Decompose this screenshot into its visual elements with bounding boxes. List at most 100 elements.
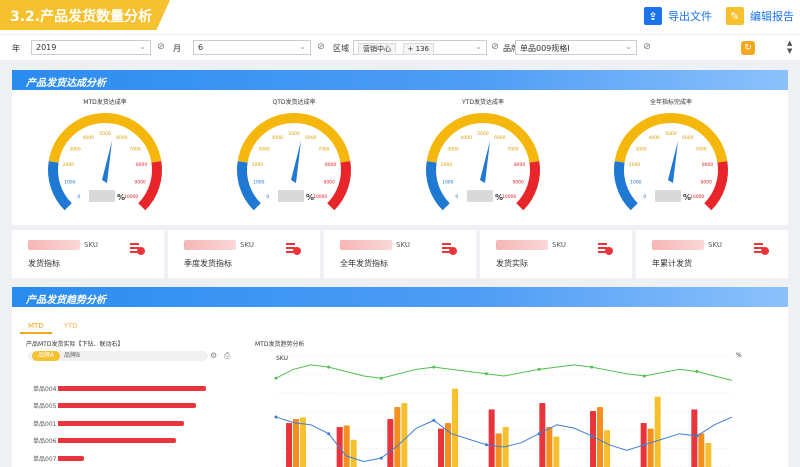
gauge-tick-label: 6000 [116,135,128,141]
settings-icon[interactable]: ⚙ [210,351,217,360]
tab-ytd[interactable]: YTD [56,320,86,334]
region-tag: 营销中心 [358,43,396,55]
gauge-tick [251,149,254,152]
trend-bar [546,427,553,467]
row-bar[interactable] [58,438,176,443]
gauge-tick [64,145,67,148]
clear-filter-icon[interactable]: ⊘ [315,41,327,53]
export-file-button[interactable]: ⇪ 导出文件 [644,6,712,26]
trend-bar [286,423,292,467]
gauge-tick-label: 3000 [447,146,459,152]
trend-bar [654,396,661,467]
gauge-value-blurred [655,190,681,202]
trend-line-green-point [432,365,436,369]
gauge-tick [698,132,701,135]
year-select[interactable]: 2019 ⌄ [31,40,151,55]
clear-filter-icon[interactable]: ⊘ [641,41,653,53]
trend-line-green-point [274,376,278,380]
gauge-tick [310,126,312,129]
gauge-tick [638,135,641,138]
gauge-tick [258,138,261,141]
gauge-tick [524,187,527,189]
upload-icon: ⇪ [644,7,662,25]
refresh-icon[interactable]: ↻ [741,41,755,55]
kpi-card: SKU 年累计发货 [636,230,788,278]
edit-report-label: 编辑报告 [750,10,794,23]
clear-filter-icon[interactable]: ⊘ [489,41,501,53]
gauge-tick [117,124,119,127]
page-title-tab: 3.2.产品发货数量分析 [0,0,170,30]
gauge-tick [66,142,71,145]
gauge-tick [444,142,449,145]
gauge-tick-label: 0 [77,194,80,200]
trend-line-green-point [379,376,383,380]
header-bar: 3.2.产品发货数量分析 ⇪ 导出文件 ✎ 编辑报告 [0,0,800,34]
tab-mtd[interactable]: MTD [20,320,52,334]
row-bar[interactable] [58,456,84,461]
gauge-tick [446,198,449,201]
trend-bar [394,407,401,467]
gauge-tick [332,145,335,148]
gauge-tick [523,149,526,152]
gauge-percent-suffix: % [117,193,125,202]
gauge-tick [510,132,513,135]
trend-bar [705,443,712,467]
gauge-tick [272,127,275,132]
gauge-tick [313,127,316,132]
gauge-tick [705,198,708,201]
gauge-tick [144,191,147,193]
trend-line-blue-point [642,443,646,447]
gauge-tick [513,135,516,138]
trend-bar [590,411,596,467]
trend-line-blue-point [327,432,331,436]
month-label: 月 [173,44,181,53]
legend-pill[interactable]: 品牌B [58,351,86,361]
gauge-tick-label: 1000 [253,179,265,185]
scroll-arrows-icon[interactable]: ▲ ▼ [787,39,792,55]
gauge-tick-label: 8000 [136,162,148,168]
edit-report-button[interactable]: ✎ 编辑报告 [726,6,794,26]
pencil-icon: ✎ [726,7,744,25]
row-label: 单品006 [33,438,57,445]
gauge-tick [629,191,632,193]
region-select[interactable]: 营销中心 + 136 ⌄ [353,40,487,55]
month-select[interactable]: 6 ⌄ [193,40,311,55]
row-bar[interactable] [58,421,184,426]
gauge-tick [61,187,64,189]
product-select[interactable]: 单品009规格I ⌄ [515,40,637,55]
gauge-tick-label: 10000 [313,194,327,200]
gauge-tick [441,191,444,193]
gauge-tick [280,124,282,127]
camera-icon[interactable]: ⎙ [224,351,230,361]
gauge-tick-label: 3000 [258,146,270,152]
kpi-label: 年累计发货 [652,259,692,268]
chevron-down-icon: ⌄ [625,42,632,51]
gauge-tick [253,145,256,148]
gauge-tick [63,191,66,193]
kpi-unit: SKU [708,241,722,249]
gauge-tick [440,149,443,152]
gauge-tick [128,130,131,133]
gauge-tick [649,127,652,132]
gauge-tick [252,191,255,193]
period-tabs: MTD YTD [20,320,86,334]
trend-bar [647,428,654,467]
gauge-tick [517,198,520,201]
gauge-tick [522,191,525,193]
trend-line-green-point [327,365,331,369]
legend-pill-active[interactable]: 品牌A [32,351,61,361]
gauge-tick [442,145,445,148]
clear-filter-icon[interactable]: ⊘ [155,41,167,53]
gauge-tick [632,142,637,145]
row-bar[interactable] [58,386,206,391]
gauge-tick [627,187,630,189]
gauge-tick [438,153,441,156]
gauge-tick-label: 2000 [441,162,453,168]
gauge-tick-label: 0 [455,194,458,200]
row-bar[interactable] [58,403,196,408]
year-label: 年 [12,44,20,53]
gauge-tick [704,138,707,141]
gauge-tick [249,153,252,156]
trend-bar [452,388,458,467]
gauge-tick [520,195,523,197]
